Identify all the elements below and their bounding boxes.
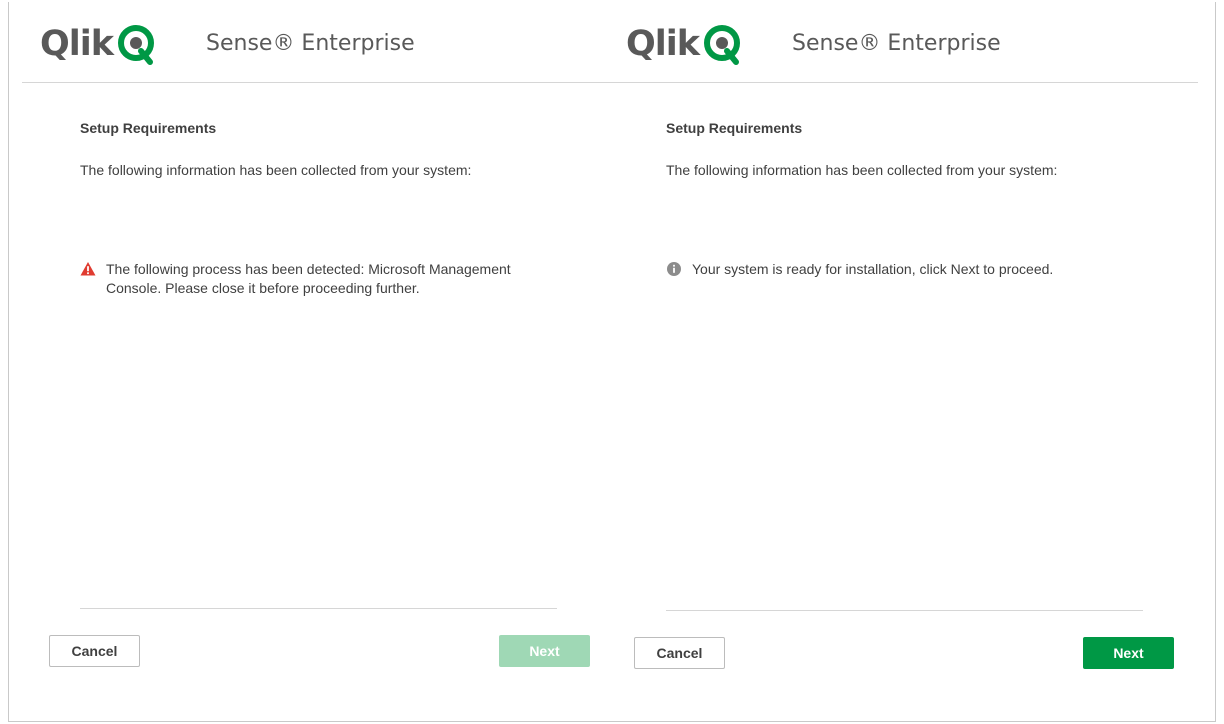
page-title: Setup Requirements (80, 120, 217, 136)
product-name: Sense® Enterprise (206, 31, 415, 56)
page-description: The following information has been colle… (80, 162, 472, 178)
next-button-disabled[interactable]: Next (499, 635, 590, 667)
logo-wordmark: Qlik (626, 23, 700, 64)
warning-message-text: The following process has been detected:… (106, 261, 511, 296)
cancel-button[interactable]: Cancel (49, 635, 140, 667)
qlik-q-icon (704, 25, 741, 65)
installer-panel-ready: Qlik Sense® Enterprise Setup Requirement… (608, 0, 1198, 724)
qlik-logo: Qlik (626, 22, 741, 66)
info-message-text: Your system is ready for installation, c… (692, 261, 1054, 277)
footer-divider (666, 610, 1143, 611)
warning-message: The following process has been detected:… (80, 260, 550, 298)
qlik-q-icon (118, 25, 155, 65)
page-description: The following information has been colle… (666, 162, 1058, 178)
qlik-logo: Qlik (40, 22, 155, 66)
logo-wordmark: Qlik (40, 23, 114, 64)
installer-panel-warning: Qlik Sense® Enterprise Setup Requirement… (22, 0, 612, 724)
page-title: Setup Requirements (666, 120, 803, 136)
header: Qlik Sense® Enterprise (22, 0, 608, 83)
cancel-button[interactable]: Cancel (634, 637, 725, 669)
warning-icon (80, 262, 96, 276)
footer-divider (80, 608, 557, 609)
info-message: Your system is ready for installation, c… (666, 260, 1136, 279)
next-button[interactable]: Next (1083, 637, 1174, 669)
info-icon (667, 262, 681, 276)
product-name: Sense® Enterprise (792, 31, 1001, 56)
header: Qlik Sense® Enterprise (608, 0, 1198, 83)
